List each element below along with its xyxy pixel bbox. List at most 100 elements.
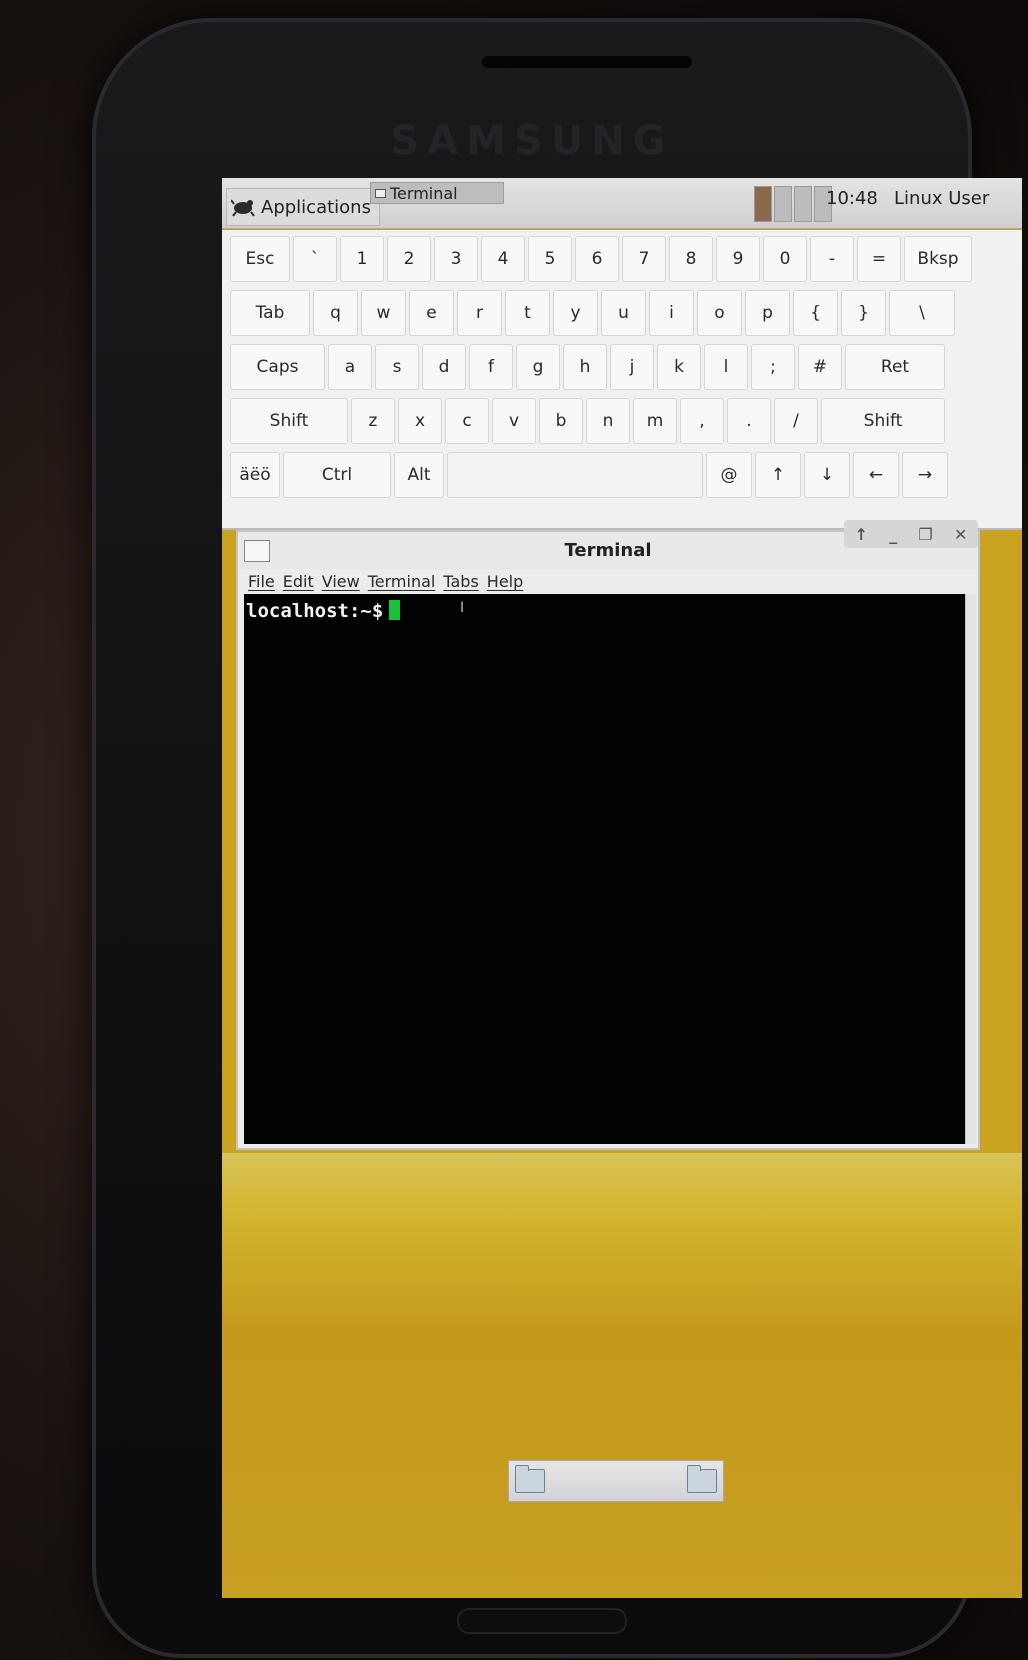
key-backtick[interactable]: ` (293, 236, 337, 282)
key-tab[interactable]: Tab (230, 290, 310, 336)
keyboard-row-2: Tab q w e r t y u i o p { } \ (230, 290, 955, 340)
minimize-icon[interactable]: _ (889, 525, 897, 544)
key-d[interactable]: d (422, 344, 466, 390)
folder-icon[interactable] (687, 1465, 717, 1493)
key-arrow-up[interactable]: ↑ (755, 452, 801, 498)
workspace-1[interactable] (754, 186, 772, 222)
key-alt[interactable]: Alt (394, 452, 444, 498)
key-o[interactable]: o (697, 290, 742, 336)
workspace-3[interactable] (794, 186, 812, 222)
key-h[interactable]: h (563, 344, 607, 390)
key-4[interactable]: 4 (481, 236, 525, 282)
key-caps[interactable]: Caps (230, 344, 325, 390)
close-icon[interactable]: ✕ (954, 525, 967, 544)
key-right-brace[interactable]: } (841, 290, 886, 336)
key-backslash[interactable]: \ (889, 290, 955, 336)
text-cursor (389, 600, 401, 620)
key-8[interactable]: 8 (669, 236, 713, 282)
key-5[interactable]: 5 (528, 236, 572, 282)
key-j[interactable]: j (610, 344, 654, 390)
top-panel: Applications Terminal 10:48 Linux User (222, 178, 1022, 229)
key-esc[interactable]: Esc (230, 236, 290, 282)
key-shift-right[interactable]: Shift (821, 398, 945, 444)
key-9[interactable]: 9 (716, 236, 760, 282)
key-shift-left[interactable]: Shift (230, 398, 348, 444)
home-button[interactable] (457, 1608, 627, 1634)
shade-icon[interactable]: ↑ (855, 525, 868, 544)
key-a[interactable]: a (328, 344, 372, 390)
key-minus[interactable]: - (810, 236, 854, 282)
key-r[interactable]: r (457, 290, 502, 336)
menu-help[interactable]: Help (487, 572, 523, 591)
window-controls: ↑ _ ❐ ✕ (844, 520, 978, 548)
taskbar-terminal-label: Terminal (390, 183, 458, 203)
key-slash[interactable]: / (774, 398, 818, 444)
window-icon (375, 188, 386, 198)
bottom-panel (508, 1460, 724, 1502)
key-semicolon[interactable]: ; (751, 344, 795, 390)
key-6[interactable]: 6 (575, 236, 619, 282)
key-equals[interactable]: = (857, 236, 901, 282)
key-f[interactable]: f (469, 344, 513, 390)
desktop-background (222, 1153, 1022, 1598)
key-period[interactable]: . (727, 398, 771, 444)
menu-terminal[interactable]: Terminal (368, 572, 436, 591)
key-accents[interactable]: äëö (230, 452, 280, 498)
window-title-bar[interactable]: Terminal ↑ _ ❐ ✕ (238, 520, 978, 570)
key-v[interactable]: v (492, 398, 536, 444)
key-u[interactable]: u (601, 290, 646, 336)
key-space[interactable] (447, 452, 703, 498)
key-arrow-left[interactable]: ← (853, 452, 899, 498)
file-manager-icon[interactable] (515, 1465, 545, 1493)
menu-edit[interactable]: Edit (283, 572, 314, 591)
applications-menu-button[interactable]: Applications (226, 188, 380, 226)
key-s[interactable]: s (375, 344, 419, 390)
key-q[interactable]: q (313, 290, 358, 336)
key-left-brace[interactable]: { (793, 290, 838, 336)
key-m[interactable]: m (633, 398, 677, 444)
key-n[interactable]: n (586, 398, 630, 444)
key-3[interactable]: 3 (434, 236, 478, 282)
key-backspace[interactable]: Bksp (904, 236, 972, 282)
menu-file[interactable]: File (248, 572, 275, 591)
brand-logo: SAMSUNG (390, 118, 674, 164)
key-x[interactable]: x (398, 398, 442, 444)
terminal-output-area[interactable]: localhost:~$ I (244, 594, 966, 1144)
menu-view[interactable]: View (322, 572, 360, 591)
key-arrow-right[interactable]: → (902, 452, 948, 498)
key-g[interactable]: g (516, 344, 560, 390)
key-c[interactable]: c (445, 398, 489, 444)
key-arrow-down[interactable]: ↓ (804, 452, 850, 498)
menu-bar: File Edit View Terminal Tabs Help (248, 572, 523, 591)
key-0[interactable]: 0 (763, 236, 807, 282)
key-hash[interactable]: # (798, 344, 842, 390)
key-i[interactable]: i (649, 290, 694, 336)
key-return[interactable]: Ret (845, 344, 945, 390)
applications-label: Applications (261, 196, 371, 218)
menu-tabs[interactable]: Tabs (443, 572, 478, 591)
workspace-2[interactable] (774, 186, 792, 222)
key-e[interactable]: e (409, 290, 454, 336)
key-t[interactable]: t (505, 290, 550, 336)
key-p[interactable]: p (745, 290, 790, 336)
key-y[interactable]: y (553, 290, 598, 336)
panel-clock[interactable]: 10:48 (826, 188, 878, 209)
key-comma[interactable]: , (680, 398, 724, 444)
key-ctrl[interactable]: Ctrl (283, 452, 391, 498)
keyboard-row-1: Esc ` 1 2 3 4 5 6 7 8 9 0 - = Bksp (230, 236, 972, 286)
terminal-scrollbar[interactable] (965, 594, 976, 1144)
key-at[interactable]: @ (706, 452, 752, 498)
user-menu[interactable]: Linux User (894, 188, 989, 209)
key-2[interactable]: 2 (387, 236, 431, 282)
key-z[interactable]: z (351, 398, 395, 444)
prompt-text: localhost:~$ (246, 600, 384, 622)
maximize-icon[interactable]: ❐ (918, 525, 932, 544)
key-b[interactable]: b (539, 398, 583, 444)
workspace-switcher[interactable] (754, 186, 832, 222)
key-w[interactable]: w (361, 290, 406, 336)
key-l[interactable]: l (704, 344, 748, 390)
key-7[interactable]: 7 (622, 236, 666, 282)
taskbar-terminal-button[interactable]: Terminal (370, 182, 504, 204)
key-k[interactable]: k (657, 344, 701, 390)
key-1[interactable]: 1 (340, 236, 384, 282)
